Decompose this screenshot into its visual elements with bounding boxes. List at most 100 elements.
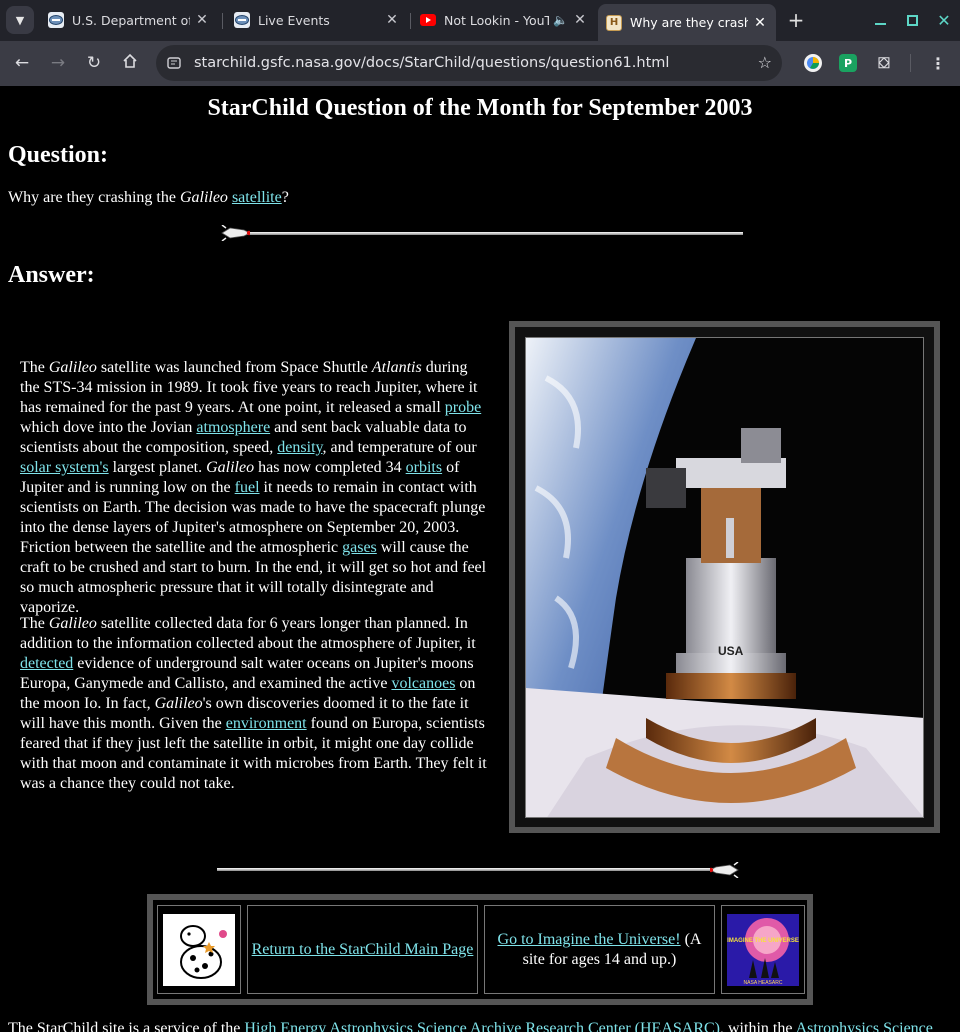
text: has now completed 34 <box>254 459 406 476</box>
close-icon[interactable]: ✕ <box>194 12 210 28</box>
page-content: StarChild Question of the Month for Sept… <box>0 86 960 1032</box>
question-emphasis: Galileo <box>179 189 228 206</box>
youtube-icon <box>420 12 436 28</box>
heasarc-logo-text: NASA HEASARC <box>744 980 783 986</box>
rocket-icon <box>221 225 250 241</box>
environment-link[interactable]: environment <box>226 715 307 732</box>
return-main-page-link[interactable]: Return to the StarChild Main Page <box>252 940 474 960</box>
question-text-part: Why are they crashing the <box>8 189 180 206</box>
tab-separator <box>410 13 411 29</box>
emphasis: Galileo <box>48 615 97 632</box>
gases-link[interactable]: gases <box>342 539 377 556</box>
new-tab-button[interactable]: + <box>786 10 806 30</box>
address-bar[interactable]: starchild.gsfc.nasa.gov/docs/StarChild/q… <box>156 45 782 81</box>
detected-link[interactable]: detected <box>20 655 73 672</box>
tab-title: Not Lookin - YouT <box>444 12 550 28</box>
tab-title: U.S. Department of De <box>72 12 190 28</box>
window-close-button[interactable]: ✕ <box>934 10 954 30</box>
url-text[interactable]: starchild.gsfc.nasa.gov/docs/StarChild/q… <box>194 55 669 71</box>
tab-youtube[interactable]: Not Lookin - YouT 🔈 ✕ <box>412 4 596 36</box>
satellite-link[interactable]: satellite <box>232 189 282 206</box>
close-icon: ✕ <box>937 10 951 30</box>
fuel-link[interactable]: fuel <box>235 479 260 496</box>
tab-strip: ▼ U.S. Department of De ✕ Live Events ✕ … <box>0 0 960 41</box>
divider-line <box>246 232 743 235</box>
tab-title: Why are they crashin <box>630 15 748 30</box>
tab-separator <box>222 13 223 29</box>
minimize-button[interactable] <box>870 10 890 30</box>
usa-label: USA <box>718 644 744 658</box>
divider-line <box>217 868 714 871</box>
text: The StarChild site is a service of the <box>8 1020 245 1032</box>
toolbar-separator <box>910 54 911 72</box>
speaker-icon[interactable]: 🔈 <box>553 13 568 27</box>
text: which dove into the Jovian <box>20 419 197 436</box>
tab-live-events[interactable]: Live Events ✕ <box>226 4 408 36</box>
galileo-image-frame: USA <box>509 321 940 833</box>
heasarc-link[interactable]: High Energy Astrophysics Science Archive… <box>244 1020 720 1032</box>
site-info-icon[interactable] <box>166 55 182 71</box>
tab-dod[interactable]: U.S. Department of De ✕ <box>40 4 218 36</box>
starchild-dog-logo[interactable] <box>163 913 235 986</box>
text: , within the <box>720 1020 796 1032</box>
emphasis: Atlantis <box>371 359 422 376</box>
text: The <box>20 615 49 632</box>
starchild-icon: H <box>606 14 622 31</box>
answer-paragraph-2: The Galileo satellite collected data for… <box>20 614 490 794</box>
maximize-button[interactable] <box>902 10 922 30</box>
footer-credit: The StarChild site is a service of the H… <box>8 1020 933 1032</box>
starchild-logo-cell <box>157 905 241 994</box>
extensions-puzzle-icon[interactable]: ⛋ <box>875 54 893 72</box>
tab-search-button[interactable]: ▼ <box>6 6 34 34</box>
imagine-universe-cell: Go to Imagine the Universe! (A site for … <box>484 905 715 994</box>
answer-paragraph-1: The Galileo satellite was launched from … <box>20 358 490 618</box>
imagine-universe-logo[interactable]: IMAGINE THE UNIVERSE NASA HEASARC <box>727 913 799 986</box>
menu-kebab-icon[interactable]: ⋮ <box>929 54 947 73</box>
imagine-universe-text: Go to Imagine the Universe! (A site for … <box>497 930 702 970</box>
question-text-part: ? <box>281 189 289 206</box>
shield-icon <box>48 12 64 28</box>
reload-button[interactable]: ↻ <box>80 50 108 76</box>
text: largest planet. <box>108 459 207 476</box>
orbits-link[interactable]: orbits <box>406 459 442 476</box>
imagine-logo-text: IMAGINE THE UNIVERSE <box>727 938 799 944</box>
back-button[interactable]: ← <box>8 50 36 76</box>
minimize-icon <box>874 23 886 25</box>
imagine-logo-cell: IMAGINE THE UNIVERSE NASA HEASARC <box>721 905 805 994</box>
close-icon[interactable]: ✕ <box>752 15 768 31</box>
text: , and temperature of our <box>322 439 477 456</box>
bookmark-star-icon[interactable]: ☆ <box>758 53 772 72</box>
home-button[interactable] <box>116 50 144 76</box>
astrophysics-science-link[interactable]: Astrophysics Science <box>796 1020 933 1032</box>
reload-icon: ↻ <box>86 53 102 73</box>
text: satellite was launched from Space Shuttl… <box>96 359 372 376</box>
answer-heading: Answer: <box>8 262 95 288</box>
close-icon[interactable]: ✕ <box>572 12 588 28</box>
question-heading: Question: <box>8 142 109 168</box>
close-icon[interactable]: ✕ <box>384 12 400 28</box>
density-link[interactable]: density <box>277 439 322 456</box>
galileo-deployment-image: USA <box>525 337 924 818</box>
probe-link[interactable]: probe <box>445 399 481 416</box>
browser-toolbar: ← → ↻ starchild.gsfc.nasa.gov/docs/StarC… <box>0 41 960 86</box>
tab-title: Live Events <box>258 12 330 28</box>
emphasis: Galileo <box>206 459 255 476</box>
maximize-icon <box>906 14 918 26</box>
arrow-right-icon: → <box>50 53 66 73</box>
imagine-universe-link[interactable]: Go to Imagine the Universe! <box>498 931 681 948</box>
volcanoes-link[interactable]: volcanoes <box>391 675 455 692</box>
rocket-icon <box>710 862 739 878</box>
atmosphere-link[interactable]: atmosphere <box>196 419 270 436</box>
emphasis: Galileo <box>48 359 97 376</box>
return-main-cell: Return to the StarChild Main Page <box>247 905 478 994</box>
solar-system-link[interactable]: solar system's <box>20 459 109 476</box>
extension-icon[interactable] <box>804 54 822 72</box>
tab-starchild[interactable]: H Why are they crashin ✕ <box>598 4 776 41</box>
forward-button[interactable]: → <box>44 50 72 76</box>
extension-icon[interactable]: P <box>839 54 857 72</box>
page-title: StarChild Question of the Month for Sept… <box>207 95 753 121</box>
shield-icon <box>234 12 250 28</box>
question-text: Why are they crashing the Galileo satell… <box>8 189 289 207</box>
text: The <box>20 359 49 376</box>
plus-icon: + <box>787 8 805 32</box>
